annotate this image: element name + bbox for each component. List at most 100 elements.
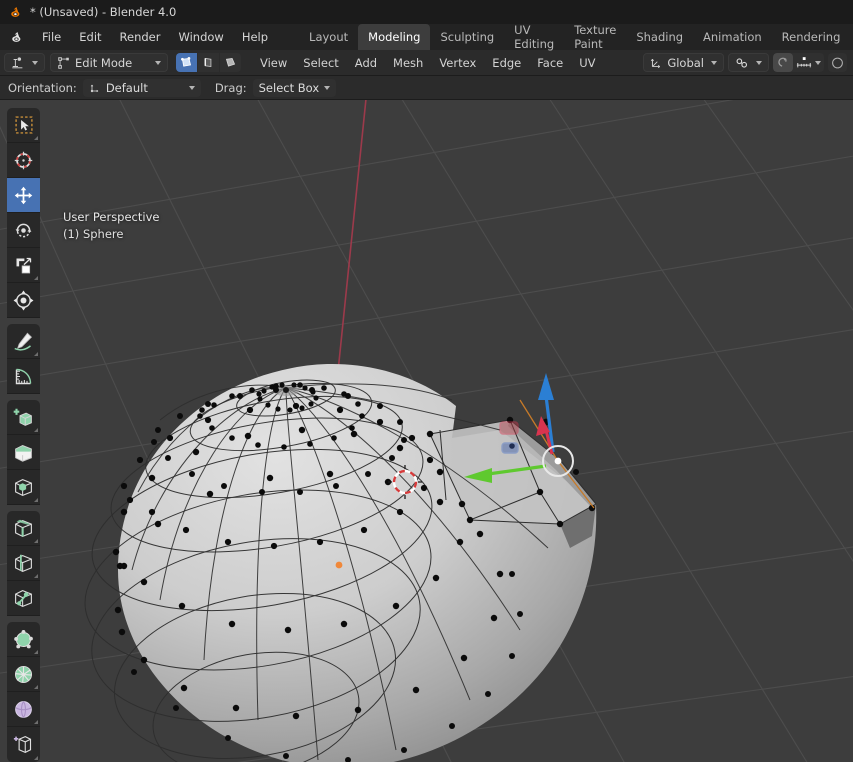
extrude-region-icon (13, 408, 32, 426)
smooth-icon (14, 665, 33, 683)
chevron-down-icon (155, 60, 161, 65)
falloff-smooth-icon (796, 57, 812, 68)
object-origin-point (335, 561, 343, 569)
viewport-header: Edit Mode View Select Add Mesh Vertex Ed… (0, 50, 853, 76)
menu-item-edit[interactable]: Edit (70, 24, 110, 50)
edge-slide-tool[interactable] (7, 727, 40, 762)
viewport-header-right: Global (643, 53, 849, 72)
viewport-toolbar (0, 100, 44, 762)
chevron-down-icon (32, 60, 38, 65)
gizmo-plane-handle-red[interactable] (499, 421, 519, 435)
orientation-dropdown[interactable]: Default (82, 78, 201, 97)
menu-uv[interactable]: UV (571, 50, 603, 76)
proportional-editing-icon (778, 57, 787, 67)
menu-mesh[interactable]: Mesh (385, 50, 431, 76)
menu-face[interactable]: Face (529, 50, 571, 76)
move-tool[interactable] (7, 178, 40, 213)
loop-cut-tool[interactable] (7, 511, 40, 546)
workspace-tab-rendering[interactable]: Rendering (772, 24, 851, 50)
rotate-icon (15, 223, 32, 237)
proportional-falloff-dropdown[interactable] (793, 53, 824, 72)
workspace-tab-animation[interactable]: Animation (693, 24, 772, 50)
menu-item-window[interactable]: Window (169, 24, 232, 50)
chevron-down-icon (756, 60, 762, 65)
menu-item-render[interactable]: Render (111, 24, 170, 50)
interaction-mode-label: Edit Mode (75, 55, 133, 70)
annotate-tool[interactable] (7, 324, 40, 359)
scale-tool[interactable] (7, 248, 40, 283)
editor-type-button[interactable] (4, 53, 45, 72)
spin-tool[interactable] (7, 622, 40, 657)
move-arrows-icon (14, 186, 33, 204)
drag-dropdown[interactable]: Select Box (252, 78, 337, 97)
viewport-area[interactable]: User Perspective (1) Sphere (0, 100, 853, 762)
edge-select-icon (204, 57, 212, 68)
tool-settings-bar: Orientation: Default Drag: Select Box (0, 76, 853, 100)
inset-faces-tool[interactable] (7, 435, 40, 470)
measure-ruler-icon (15, 368, 32, 384)
workspace-tab-layout[interactable]: Layout (299, 24, 358, 50)
menu-edge[interactable]: Edge (484, 50, 529, 76)
viewport-shading-button[interactable] (828, 53, 847, 72)
measure-tool[interactable] (7, 359, 40, 394)
main-menu-items: File Edit Render Window Help (33, 24, 277, 50)
cursor-tool[interactable] (7, 143, 40, 178)
viewport-menus: View Select Add Mesh Vertex Edge Face UV (252, 50, 604, 76)
loop-cut-icon (15, 519, 32, 537)
interaction-mode-dropdown[interactable]: Edit Mode (50, 53, 168, 72)
proportional-editing-toggle[interactable] (773, 53, 793, 72)
poly-build-tool[interactable] (7, 581, 40, 616)
snapping-dropdown[interactable] (728, 53, 769, 72)
poly-build-icon (15, 589, 32, 607)
transform-orientation-label: Global (667, 55, 704, 70)
snap-magnet-icon (736, 57, 748, 68)
workspace-tabs: Layout Modeling Sculpting UV Editing Tex… (299, 23, 853, 51)
menu-item-file[interactable]: File (33, 24, 70, 50)
3d-viewport-canvas[interactable] (0, 100, 853, 762)
orientation-value: Default (105, 80, 148, 95)
vertex-select-icon (181, 57, 192, 67)
app-menu-button[interactable] (0, 24, 33, 50)
tweak-tool[interactable] (7, 108, 40, 143)
blender-logo-icon (12, 31, 21, 42)
rotate-tool[interactable] (7, 213, 40, 248)
menu-view[interactable]: View (252, 50, 295, 76)
bevel-tool[interactable] (7, 470, 40, 505)
drag-label: Drag: (214, 80, 247, 95)
knife-icon (15, 554, 32, 572)
gizmo-plane-handle-blue[interactable] (501, 442, 519, 454)
workspace-tab-texture-paint[interactable]: Texture Paint (564, 23, 626, 51)
transform-orientation-dropdown[interactable]: Global (643, 53, 724, 72)
workspace-tab-modeling[interactable]: Modeling (358, 24, 431, 50)
cursor-arrow-select-icon (15, 116, 32, 134)
proportional-editing-group (773, 53, 824, 72)
editor-type-3d-viewport-icon (12, 56, 23, 68)
workspace-tab-sculpting[interactable]: Sculpting (430, 24, 504, 50)
menu-item-help[interactable]: Help (233, 24, 277, 50)
chevron-down-icon (711, 60, 717, 65)
face-select-mode-button[interactable] (220, 53, 241, 72)
scale-icon (16, 257, 32, 273)
transform-tool[interactable] (7, 283, 40, 318)
vertex-select-mode-button[interactable] (176, 53, 197, 72)
window-titlebar: * (Unsaved) - Blender 4.0 (0, 0, 853, 24)
workspace-tab-shading[interactable]: Shading (626, 24, 693, 50)
inset-faces-icon (15, 444, 32, 462)
drag-value: Select Box (258, 80, 320, 95)
menu-vertex[interactable]: Vertex (431, 50, 484, 76)
annotate-pencil-icon (14, 332, 32, 351)
mesh-select-mode-group (176, 53, 241, 72)
menu-select[interactable]: Select (295, 50, 346, 76)
orientation-label: Orientation: (8, 80, 77, 95)
workspace-tab-uv-editing[interactable]: UV Editing (504, 23, 564, 51)
blender-window: * (Unsaved) - Blender 4.0 File Edit Rend… (0, 0, 853, 762)
smooth-tool[interactable] (7, 657, 40, 692)
menu-add[interactable]: Add (347, 50, 385, 76)
shrink-fatten-tool[interactable] (7, 692, 40, 727)
knife-tool[interactable] (7, 546, 40, 581)
extrude-region-tool[interactable] (7, 400, 40, 435)
edit-mode-icon (58, 56, 69, 69)
shrink-fatten-icon (15, 700, 32, 718)
edge-select-mode-button[interactable] (198, 53, 219, 72)
spin-icon (14, 629, 33, 648)
